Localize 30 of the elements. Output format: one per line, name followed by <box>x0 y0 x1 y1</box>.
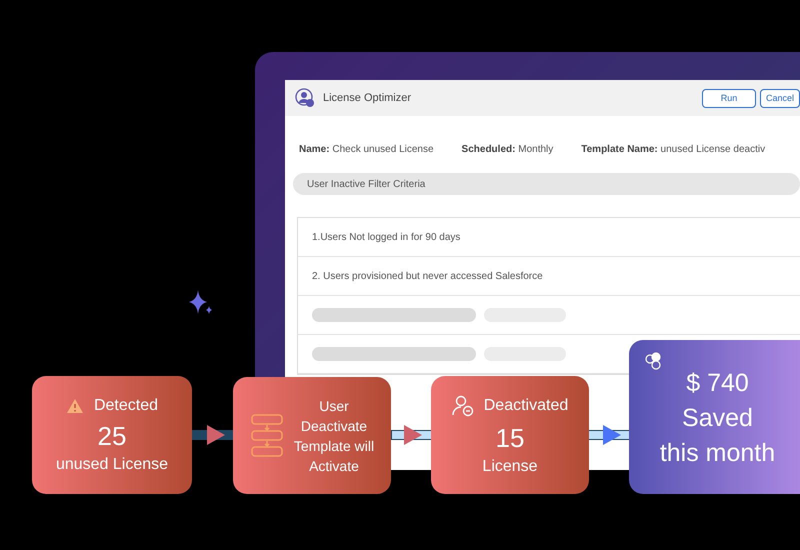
triangle-icon <box>404 425 422 445</box>
criteria-row: 1.Users Not logged in for 90 days <box>298 218 800 257</box>
triangle-icon <box>603 425 621 445</box>
coins-icon <box>645 352 663 370</box>
window-button[interactable]: Cancel <box>760 88 800 108</box>
card-text: Deactivate <box>300 418 368 434</box>
info-field: Template Name: unused License deactiv <box>581 144 766 155</box>
info-field: Scheduled: Monthly <box>462 144 554 155</box>
warning-icon <box>66 398 84 414</box>
card-text: this month <box>660 438 776 469</box>
workflow-icon <box>250 412 284 458</box>
card-caption: License <box>482 458 538 476</box>
user-remove-icon <box>452 394 474 416</box>
criteria-row: 2. Users provisioned but never accessed Salesforce <box>298 257 800 296</box>
card-value: 15 <box>496 422 524 454</box>
triangle-icon <box>207 425 225 445</box>
card-title: Deactivated <box>484 396 568 414</box>
card-text: Saved <box>682 403 753 434</box>
user-check-icon <box>295 88 315 108</box>
card-title: Detected <box>94 396 158 414</box>
card-value: 25 <box>98 420 126 452</box>
card-text: User <box>319 398 349 414</box>
card-caption: unused License <box>56 456 168 474</box>
window-title: License Optimizer <box>323 92 412 104</box>
card-text: Activate <box>309 458 359 474</box>
section-header: User Inactive Filter Criteria <box>293 173 800 195</box>
card-text: Template will <box>294 438 374 454</box>
window-button[interactable]: Run <box>702 88 756 108</box>
info-field: Name: Check unused License <box>299 144 434 155</box>
card-text: $ 740 <box>686 368 749 399</box>
